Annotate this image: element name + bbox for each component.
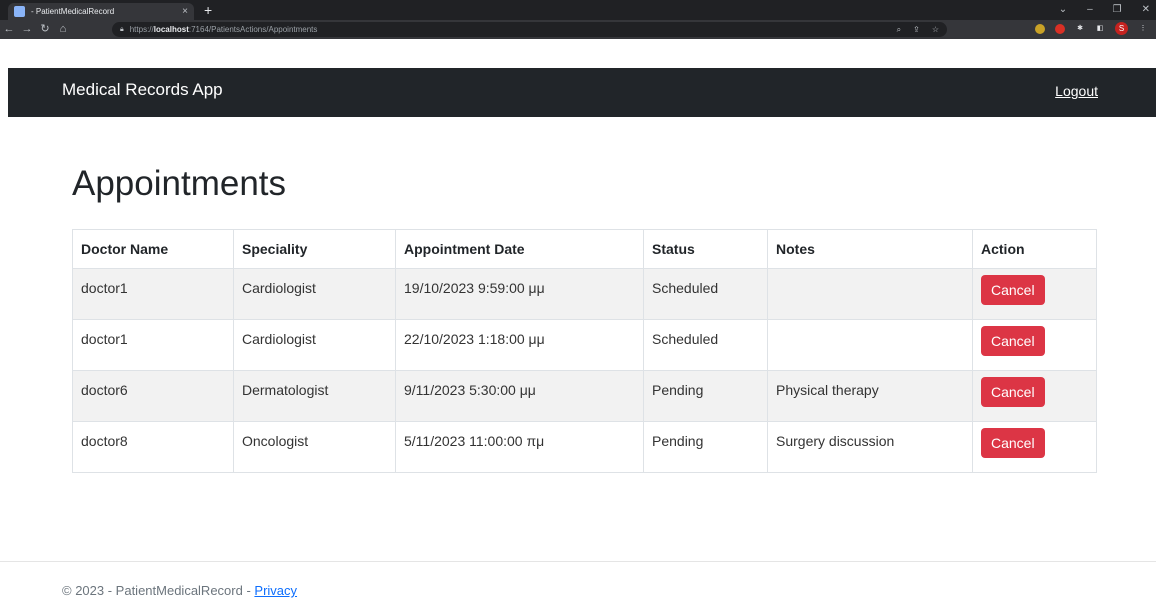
menu-dots-icon[interactable]: ⋮ bbox=[1138, 24, 1148, 34]
share-icon[interactable]: ⇪ bbox=[913, 22, 920, 37]
back-icon[interactable]: ← bbox=[0, 20, 18, 39]
header-notes: Notes bbox=[767, 229, 973, 269]
chevron-down-icon[interactable]: ⌄ bbox=[1059, 2, 1067, 18]
zoom-icon[interactable]: ⌕ bbox=[897, 22, 901, 37]
sidepanel-icon[interactable]: ◧ bbox=[1095, 24, 1105, 34]
minimize-icon[interactable]: – bbox=[1087, 2, 1093, 18]
appointment-date-cell: 5/11/2023 11:00:00 πμ bbox=[395, 421, 644, 473]
doctor-name-cell: doctor1 bbox=[72, 319, 234, 371]
restore-icon[interactable]: ❐ bbox=[1113, 2, 1122, 18]
action-cell: Cancel bbox=[972, 319, 1097, 371]
footer: © 2023 - PatientMedicalRecord - Privacy bbox=[62, 583, 297, 598]
action-cell: Cancel bbox=[972, 268, 1097, 320]
omnibox-actions: ⌕ ⇪ ☆ bbox=[897, 22, 939, 37]
appointment-date-cell: 19/10/2023 9:59:00 μμ bbox=[395, 268, 644, 320]
cancel-button[interactable]: Cancel bbox=[981, 377, 1045, 407]
browser-toolbar: ← → ↻ ⌂ 🔒︎ https://localhost:7164/Patien… bbox=[0, 20, 1156, 39]
address-bar[interactable]: 🔒︎ https://localhost:7164/PatientsAction… bbox=[112, 22, 947, 37]
status-cell: Pending bbox=[643, 370, 768, 422]
bookmark-star-icon[interactable]: ☆ bbox=[932, 22, 939, 37]
home-icon[interactable]: ⌂ bbox=[54, 20, 72, 39]
table-header-row: Doctor Name Speciality Appointment Date … bbox=[72, 229, 1097, 269]
notes-cell: Physical therapy bbox=[767, 370, 973, 422]
status-cell: Scheduled bbox=[643, 268, 768, 320]
puzzle-icon[interactable]: ✱ bbox=[1075, 24, 1085, 34]
appointment-date-cell: 9/11/2023 5:30:00 μμ bbox=[395, 370, 644, 422]
browser-tab[interactable]: - PatientMedicalRecord × bbox=[8, 3, 194, 20]
forward-icon[interactable]: → bbox=[18, 20, 36, 39]
header-speciality: Speciality bbox=[233, 229, 396, 269]
doctor-name-cell: doctor1 bbox=[72, 268, 234, 320]
table-row: doctor1 Cardiologist 19/10/2023 9:59:00 … bbox=[72, 268, 1097, 320]
page-title: Appointments bbox=[72, 164, 287, 203]
header-appointment-date: Appointment Date bbox=[395, 229, 644, 269]
new-tab-button[interactable]: + bbox=[204, 2, 212, 18]
table-row: doctor1 Cardiologist 22/10/2023 1:18:00 … bbox=[72, 319, 1097, 371]
action-cell: Cancel bbox=[972, 370, 1097, 422]
header-action: Action bbox=[972, 229, 1097, 269]
cancel-button[interactable]: Cancel bbox=[981, 326, 1045, 356]
notes-cell bbox=[767, 319, 973, 371]
browser-tab-bar: - PatientMedicalRecord × + ⌄ – ❐ ✕ bbox=[0, 0, 1156, 20]
url-text: https://localhost:7164/PatientsActions/A… bbox=[129, 25, 318, 34]
speciality-cell: Dermatologist bbox=[233, 370, 396, 422]
page-icon bbox=[14, 6, 25, 17]
extension-shield-icon[interactable] bbox=[1055, 23, 1065, 34]
close-window-icon[interactable]: ✕ bbox=[1142, 2, 1150, 18]
table-row: doctor6 Dermatologist 9/11/2023 5:30:00 … bbox=[72, 370, 1097, 422]
table-row: doctor8 Oncologist 5/11/2023 11:00:00 πμ… bbox=[72, 421, 1097, 473]
doctor-name-cell: doctor6 bbox=[72, 370, 234, 422]
brand-link[interactable]: Medical Records App bbox=[62, 80, 223, 100]
speciality-cell: Oncologist bbox=[233, 421, 396, 473]
notes-cell bbox=[767, 268, 973, 320]
app-navbar: Medical Records App Logout bbox=[8, 68, 1156, 117]
notes-cell: Surgery discussion bbox=[767, 421, 973, 473]
speciality-cell: Cardiologist bbox=[233, 319, 396, 371]
header-status: Status bbox=[643, 229, 768, 269]
privacy-link[interactable]: Privacy bbox=[254, 583, 297, 598]
appointments-table: Doctor Name Speciality Appointment Date … bbox=[72, 229, 1097, 473]
extensions-area: ✱ ◧ S ⋮ bbox=[1035, 22, 1148, 35]
cancel-button[interactable]: Cancel bbox=[981, 428, 1045, 458]
header-doctor-name: Doctor Name bbox=[72, 229, 234, 269]
action-cell: Cancel bbox=[972, 421, 1097, 473]
status-cell: Pending bbox=[643, 421, 768, 473]
appointment-date-cell: 22/10/2023 1:18:00 μμ bbox=[395, 319, 644, 371]
profile-avatar[interactable]: S bbox=[1115, 22, 1128, 35]
doctor-name-cell: doctor8 bbox=[72, 421, 234, 473]
tab-title: - PatientMedicalRecord bbox=[31, 7, 115, 16]
close-tab-icon[interactable]: × bbox=[182, 6, 188, 17]
status-cell: Scheduled bbox=[643, 319, 768, 371]
window-controls: ⌄ – ❐ ✕ bbox=[1059, 2, 1150, 18]
reload-icon[interactable]: ↻ bbox=[36, 20, 54, 39]
footer-divider bbox=[0, 561, 1156, 562]
logout-link[interactable]: Logout bbox=[1055, 83, 1098, 99]
footer-text: © 2023 - PatientMedicalRecord - bbox=[62, 583, 255, 598]
lock-icon: 🔒︎ bbox=[120, 25, 124, 33]
extension-cookie-icon[interactable] bbox=[1035, 23, 1045, 34]
cancel-button[interactable]: Cancel bbox=[981, 275, 1045, 305]
speciality-cell: Cardiologist bbox=[233, 268, 396, 320]
